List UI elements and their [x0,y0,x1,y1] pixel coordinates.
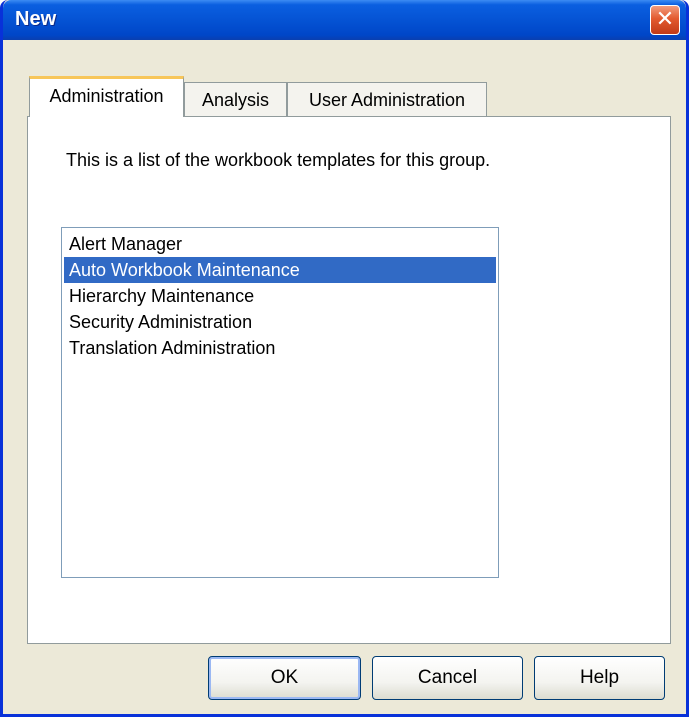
list-item-label: Auto Workbook Maintenance [69,260,300,280]
list-item-translation-administration[interactable]: Translation Administration [64,335,496,361]
list-item-security-administration[interactable]: Security Administration [64,309,496,335]
tab-panel-administration: This is a list of the workbook templates… [27,116,671,644]
list-item-label: Alert Manager [69,234,183,254]
panel-description: This is a list of the workbook templates… [66,150,491,170]
tab-label: Administration [49,86,164,106]
list-item-label: Translation Administration [69,338,276,358]
list-item-hierarchy-maintenance[interactable]: Hierarchy Maintenance [64,283,496,309]
tab-analysis[interactable]: Analysis [184,82,287,116]
ok-button-label: OK [270,667,299,688]
close-button[interactable]: ✕ [650,5,680,35]
list-item-label: Hierarchy Maintenance [69,286,255,306]
close-icon: ✕ [655,7,675,32]
list-item-alert-manager[interactable]: Alert Manager [64,231,496,257]
title-bar[interactable]: New ✕ [3,0,686,40]
tab-administration[interactable]: Administration [29,76,184,117]
help-button-label: Help [579,667,620,688]
list-item-label: Security Administration [69,312,253,332]
tab-label: User Administration [308,90,466,110]
cancel-button[interactable]: Cancel [372,656,523,700]
help-button[interactable]: Help [534,656,665,700]
ok-button[interactable]: OK [208,656,361,700]
cancel-button-label: Cancel [417,667,478,688]
tab-user-administration[interactable]: User Administration [287,82,487,116]
tab-label: Analysis [201,90,270,110]
window-title: New [15,8,57,30]
template-listbox[interactable]: Alert Manager Auto Workbook Maintenance … [61,227,499,578]
list-item-auto-workbook-maintenance[interactable]: Auto Workbook Maintenance [64,257,496,283]
